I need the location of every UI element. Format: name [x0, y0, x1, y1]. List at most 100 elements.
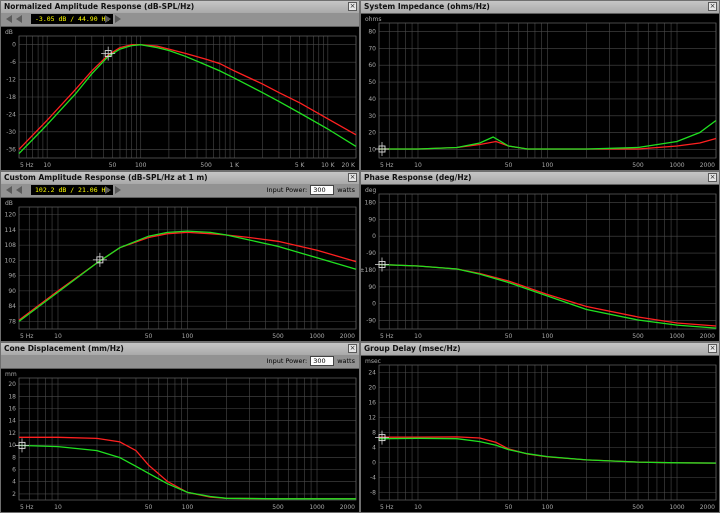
arrow-right-icon[interactable] — [105, 15, 111, 23]
x-tick-label: 100 — [542, 504, 554, 511]
x-tick-label: 10 — [54, 333, 62, 340]
y-tick-label: 96 — [8, 273, 16, 280]
amplitude-chart[interactable]: dB 0 -6 -12 -18 -24 -30 -36 5 Hz 10 50 100 500 1 K 5 K… — [1, 26, 359, 170]
y-tick-label: 80 — [368, 28, 376, 35]
y-tick-label: 16 — [368, 400, 376, 407]
close-icon[interactable]: × — [348, 173, 357, 182]
panel-group-delay: Group Delay (msec/Hz) × msec 24 20 16 12 8 4 0 -… — [360, 342, 720, 513]
y-tick-label: 20 — [368, 130, 376, 137]
impedance-chart[interactable]: ohms 80 70 60 50 40 30 20 10 5 Hz 10 50 100 500 1000 20… — [361, 13, 719, 170]
panel-title: Custom Amplitude Response (dB-SPL/Hz at … — [4, 173, 208, 182]
phase-chart[interactable]: deg 180 90 0 -90 ±180 90 0 -90 5 Hz 10 50 100 500 1000… — [361, 184, 719, 341]
x-tick-label: 10 K — [321, 162, 336, 169]
x-tick-label: 2000 — [700, 504, 715, 511]
x-tick-label: 100 — [135, 162, 147, 169]
y-tick-label: -36 — [6, 146, 16, 153]
x-tick-label: 10 — [414, 333, 422, 340]
x-tick-label: 20 K — [342, 162, 357, 169]
input-power-field[interactable]: 300 — [310, 185, 335, 195]
y-tick-label: 30 — [368, 113, 376, 120]
x-tick-label: 2000 — [340, 504, 355, 511]
x-tick-label: 10 — [414, 162, 422, 169]
toolbar-cone: Input Power: 300 watts — [1, 355, 359, 369]
y-tick-label: -30 — [6, 129, 16, 136]
y-tick-label: 2 — [12, 491, 16, 498]
y-tick-label: 102 — [5, 257, 17, 264]
x-tick-label: 100 — [542, 333, 554, 340]
cone-chart[interactable]: mm20181614121086425 Hz 10 50 100 500 1000 2000 — [1, 368, 359, 512]
y-tick-label: 12 — [368, 415, 376, 422]
y-tick-label: 84 — [8, 303, 16, 310]
arrow-left-icon[interactable] — [6, 15, 12, 23]
x-tick-label: 500 — [632, 162, 644, 169]
x-tick-label: 50 — [505, 162, 513, 169]
x-tick-label: 50 — [109, 162, 117, 169]
input-power-unit: watts — [337, 357, 355, 365]
y-tick-label: -90 — [366, 250, 376, 257]
arrow-left-icon[interactable] — [16, 186, 22, 194]
y-tick-label: 90 — [368, 284, 376, 291]
series-line-green — [18, 44, 357, 155]
panel-title: Normalized Amplitude Response (dB-SPL/Hz… — [4, 2, 195, 11]
input-power-label: Input Power: — [266, 357, 308, 365]
y-tick-label: -6 — [10, 59, 16, 66]
y-tick-label: 6 — [12, 467, 16, 474]
y-tick-label: 8 — [372, 430, 376, 437]
group-delay-chart[interactable]: msec 24 20 16 12 8 4 0 -4 -8 5 Hz 10 50 100 500 1000 200… — [361, 355, 719, 512]
y-tick-label: 18 — [8, 393, 16, 400]
panel-impedance: System Impedance (ohms/Hz) × ohms 80 70 60 5… — [360, 0, 720, 171]
arrow-left-icon[interactable] — [6, 186, 12, 194]
y-tick-label: 14 — [8, 418, 16, 425]
input-power-field[interactable]: 300 — [310, 356, 335, 366]
x-tick-label: 500 — [632, 504, 644, 511]
x-tick-label: 50 — [145, 333, 153, 340]
crosshair-icon — [375, 142, 389, 156]
grid — [378, 365, 717, 500]
arrow-right-icon[interactable] — [105, 186, 111, 194]
y-tick-label: -18 — [6, 94, 16, 101]
arrow-right-icon[interactable] — [115, 186, 121, 194]
y-tick-label: 120 — [5, 212, 17, 219]
y-tick-label: 90 — [368, 216, 376, 223]
y-tick-label: 16 — [8, 406, 16, 413]
close-icon[interactable]: × — [708, 344, 717, 353]
close-icon[interactable]: × — [708, 2, 717, 11]
cursor-readout: -3.05 dB / 44.90 Hz — [31, 14, 114, 24]
toolbar-amplitude: -3.05 dB / 44.90 Hz — [1, 13, 359, 27]
panel-amplitude: Normalized Amplitude Response (dB-SPL/Hz… — [0, 0, 360, 171]
close-icon[interactable]: × — [708, 173, 717, 182]
y-unit-label: dB — [5, 29, 13, 36]
y-tick-label: -90 — [366, 318, 376, 325]
x-tick-label: 5 Hz — [20, 333, 33, 340]
y-tick-label: 60 — [368, 62, 376, 69]
x-tick-label: 5 Hz — [380, 504, 393, 511]
panel-title: System Impedance (ohms/Hz) — [364, 2, 490, 11]
x-tick-label: 10 — [414, 504, 422, 511]
y-tick-label: -12 — [6, 77, 16, 84]
x-tick-label: 10 — [43, 162, 51, 169]
y-tick-label: 0 — [12, 42, 16, 49]
x-tick-label: 1000 — [669, 162, 684, 169]
close-icon[interactable]: × — [348, 2, 357, 11]
y-tick-label: -8 — [370, 490, 376, 497]
arrow-right-icon[interactable] — [115, 15, 121, 23]
custom-amplitude-chart[interactable]: dB 120 114 108 102 96 90 84 78 5 Hz 10 50 100 500 1000… — [1, 197, 359, 341]
arrow-left-icon[interactable] — [16, 15, 22, 23]
y-tick-label: 70 — [368, 45, 376, 52]
y-tick-label: 20 — [368, 385, 376, 392]
x-tick-label: 500 — [272, 504, 284, 511]
x-tick-label: 500 — [200, 162, 212, 169]
y-tick-label: -4 — [370, 475, 376, 482]
input-power: Input Power: 300 watts — [267, 356, 355, 366]
panel-phase: Phase Response (deg/Hz) × deg 180 90 0 -90 ±1… — [360, 171, 720, 342]
y-tick-label: 50 — [368, 79, 376, 86]
x-tick-label: 5 Hz — [20, 162, 33, 169]
x-tick-label: 1000 — [669, 504, 684, 511]
x-tick-label: 1000 — [309, 333, 324, 340]
close-icon[interactable]: × — [348, 344, 357, 353]
y-tick-label: 4 — [12, 479, 16, 486]
crosshair-icon — [375, 257, 389, 272]
y-tick-label: 180 — [365, 199, 377, 206]
x-tick-label: 50 — [505, 504, 513, 511]
x-tick-label: 2000 — [340, 333, 355, 340]
